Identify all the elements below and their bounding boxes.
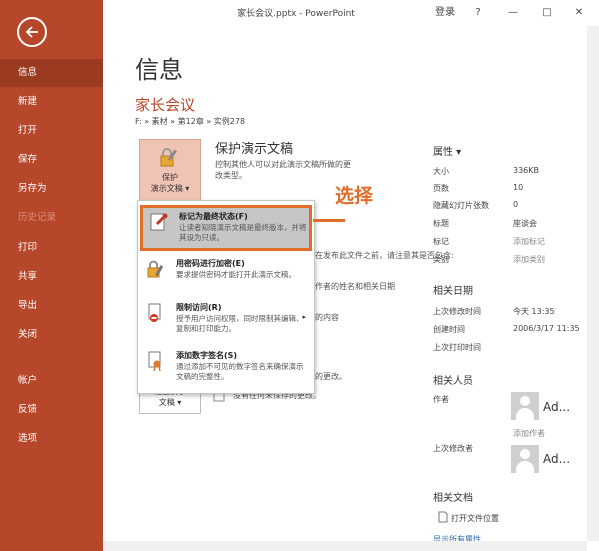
inspect-desc-line4: 的更改。	[315, 372, 347, 381]
minimize-button[interactable]: —	[503, 4, 523, 22]
sidebar-item-history: 历史记录	[18, 212, 57, 223]
open-file-location-link[interactable]: 打开文件位置	[451, 513, 499, 524]
author-avatar[interactable]	[511, 392, 539, 420]
author-label: 作者	[433, 395, 449, 404]
info-pane: 信息 家长会议 F: » 素材 » 第12章 » 实例278 保护 演示文稿 ▾…	[103, 26, 599, 551]
lock-key-icon	[147, 260, 164, 278]
protect-desc-line2: 改类型。	[215, 171, 247, 180]
sidebar-item-account[interactable]: 帐户	[0, 367, 103, 395]
menu-item-desc: 授予用户访问权限，同时限制其编辑、复制和打印能力。	[176, 314, 304, 333]
protect-description: 控制其他人可以对此演示文稿所做的更 改类型。	[215, 159, 351, 181]
add-author-link[interactable]: 添加作者	[513, 428, 545, 439]
signin-link[interactable]: 登录	[430, 4, 460, 22]
last-modified-by-name[interactable]: Ad...	[543, 452, 570, 466]
related-docs-heading: 相关文档	[433, 493, 473, 504]
prop-value-title[interactable]: 座谈会	[513, 218, 537, 229]
date-label-created: 创建时间	[433, 325, 465, 334]
prop-label-size: 大小	[433, 167, 449, 176]
menu-item-title: 添加数字签名(S)	[176, 351, 238, 360]
prop-label-title: 标题	[433, 219, 449, 228]
back-button[interactable]	[17, 17, 47, 47]
page-title: 信息	[135, 56, 183, 84]
sidebar-item-options[interactable]: 选项	[0, 425, 103, 453]
inspect-desc-line3: 的内容	[315, 313, 339, 322]
menu-item-desc: 要求提供密码才能打开此演示文稿。	[176, 270, 296, 279]
restrict-access-icon	[148, 303, 161, 322]
vertical-scrollbar[interactable]	[587, 26, 599, 541]
title-bar: 家长会议.pptx - PowerPoint 登录 ? — □ ✕	[103, 0, 599, 26]
sidebar-item-save[interactable]: 保存	[0, 146, 103, 174]
properties-heading[interactable]: 属性 ▾	[433, 143, 461, 158]
submenu-arrow-icon: ▸	[302, 313, 306, 321]
last-modified-by-avatar[interactable]	[511, 445, 539, 473]
window-title: 家长会议.pptx - PowerPoint	[237, 9, 355, 19]
sidebar-item-share[interactable]: 共享	[0, 263, 103, 291]
menu-item-encrypt[interactable]: 用密码进行加密(E) 要求提供密码才能打开此演示文稿。	[140, 255, 312, 295]
sidebar-item-close[interactable]: 关闭	[0, 321, 103, 349]
signature-icon	[148, 351, 161, 371]
back-arrow-icon	[25, 26, 38, 38]
menu-item-restrict-access[interactable]: 限制访问(R) 授予用户访问权限，同时限制其编辑、复制和打印能力。 ▸	[140, 299, 312, 343]
menu-item-desc: 通过添加不可见的数字签名来确保演示文稿的完整性。	[176, 362, 304, 381]
protect-desc-line1: 控制其他人可以对此演示文稿所做的更	[215, 160, 351, 169]
protect-tile-line2: 演示文稿 ▾	[150, 184, 190, 193]
date-value-modified: 今天 13:35	[513, 307, 555, 316]
callout-connector	[313, 219, 345, 222]
help-button[interactable]: ?	[468, 4, 488, 22]
date-label-printed: 上次打印时间	[433, 343, 481, 352]
prop-value-tags[interactable]: 添加标记	[513, 236, 545, 247]
sidebar-item-save-as[interactable]: 另存为	[0, 175, 103, 203]
prop-label-hidden-slides: 隐藏幻灯片张数	[433, 201, 489, 210]
sidebar-item-export[interactable]: 导出	[0, 292, 103, 320]
protect-heading: 保护演示文稿	[215, 142, 294, 157]
sidebar-item-open[interactable]: 打开	[0, 117, 103, 145]
related-people-heading: 相关人员	[433, 376, 473, 387]
close-button[interactable]: ✕	[569, 4, 589, 22]
related-dates-heading: 相关日期	[433, 286, 473, 297]
horizontal-scrollbar[interactable]	[103, 541, 587, 551]
sidebar-item-info[interactable]: 信息	[0, 59, 103, 87]
menu-item-title: 限制访问(R)	[176, 303, 222, 312]
author-name[interactable]: Ad...	[543, 400, 570, 414]
inspect-tile-line2: 文稿 ▾	[158, 398, 182, 407]
prop-value-pages: 10	[513, 183, 524, 192]
prop-value-hidden-slides: 0	[513, 200, 519, 209]
menu-item-digital-signature[interactable]: 添加数字签名(S) 通过添加不可见的数字签名来确保演示文稿的完整性。	[140, 347, 312, 389]
prop-label-tags: 标记	[433, 237, 449, 246]
last-modified-by-label: 上次修改者	[433, 444, 473, 453]
prop-label-category: 类别	[433, 255, 449, 264]
prop-value-size: 336KB	[513, 166, 540, 175]
sidebar-item-new[interactable]: 新建	[0, 88, 103, 116]
protect-dropdown-menu: 标记为最终状态(F) 让读者知晓演示文稿是最终版本，并将其设为只读。 用密码进行…	[137, 200, 315, 394]
menu-item-title: 标记为最终状态(F)	[179, 212, 248, 221]
inspect-desc-line2: 作者的姓名和相关日期	[315, 282, 395, 291]
sidebar-item-print[interactable]: 打印	[0, 234, 103, 262]
lock-key-icon	[160, 148, 178, 167]
callout-label: 选择	[335, 185, 374, 207]
document-path[interactable]: F: » 素材 » 第12章 » 实例278	[135, 116, 245, 127]
protect-presentation-button[interactable]: 保护 演示文稿 ▾	[139, 139, 201, 201]
protect-tile-line1: 保护	[162, 173, 178, 182]
prop-label-pages: 页数	[433, 184, 449, 193]
backstage-sidebar: 信息 新建 打开 保存 另存为 历史记录 打印 共享 导出 关闭 帐户 反馈 选…	[0, 0, 103, 551]
menu-item-desc: 让读者知晓演示文稿是最终版本，并将其设为只读。	[179, 223, 307, 242]
prop-value-category[interactable]: 添加类别	[513, 254, 545, 265]
restore-button[interactable]: □	[537, 4, 557, 22]
folder-doc-icon	[438, 511, 448, 523]
date-label-modified: 上次修改时间	[433, 307, 481, 316]
document-title: 家长会议	[135, 96, 196, 114]
menu-item-title: 用密码进行加密(E)	[176, 259, 245, 268]
sidebar-item-feedback[interactable]: 反馈	[0, 396, 103, 424]
menu-item-mark-final[interactable]: 标记为最终状态(F) 让读者知晓演示文稿是最终版本，并将其设为只读。	[140, 205, 312, 251]
final-mark-icon	[150, 213, 168, 231]
date-value-created: 2006/3/17 11:35	[513, 324, 580, 333]
